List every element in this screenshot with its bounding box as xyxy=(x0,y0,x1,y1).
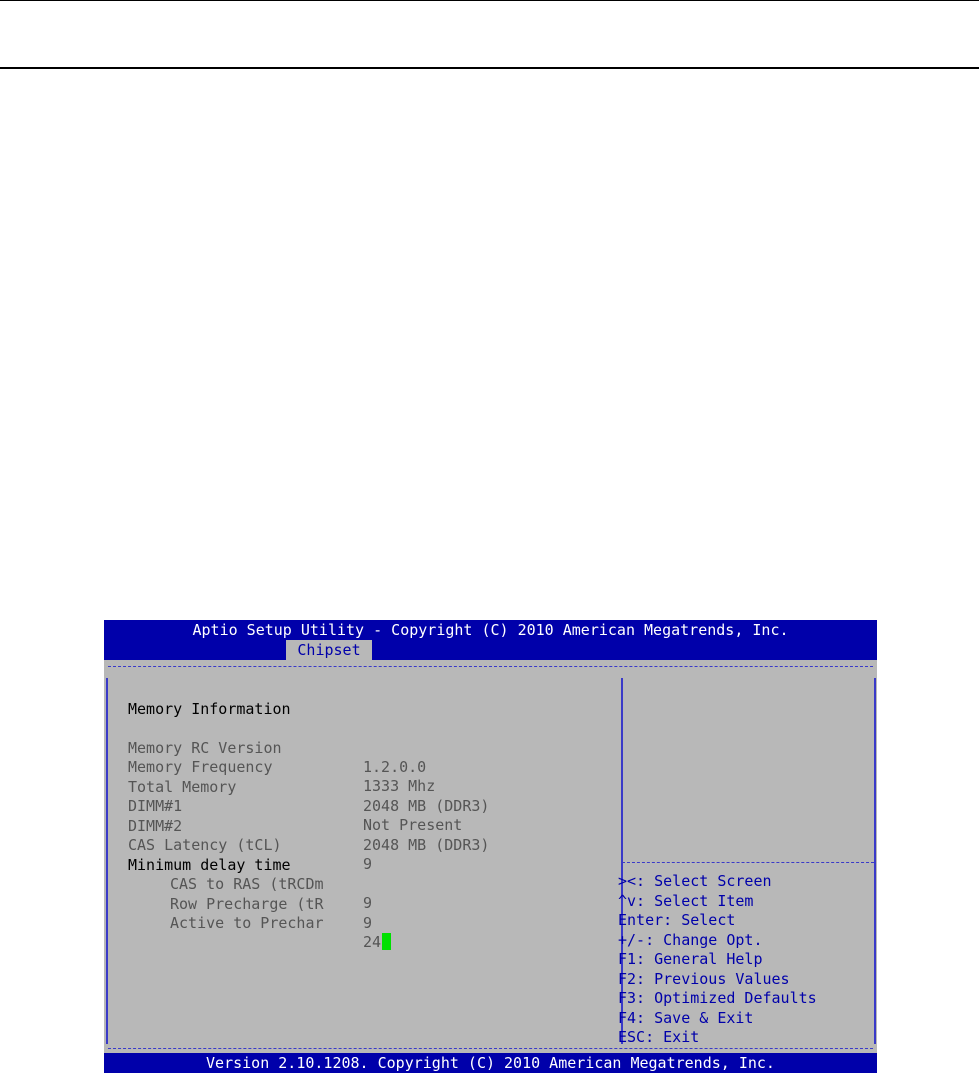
delay-label: Active to Prechar xyxy=(170,913,324,932)
frame-top-border xyxy=(108,666,873,667)
info-row: Memory RC Version 1.2.0.0 xyxy=(128,719,426,777)
info-row: Total Memory 2048 MB (DDR3) xyxy=(128,758,489,816)
tab-chipset[interactable]: Chipset xyxy=(286,640,372,660)
delay-value: 9 xyxy=(363,914,373,932)
info-row: CAS Latency (tCL) 9 xyxy=(128,816,372,874)
delay-row-selected[interactable]: Active to Prechar 24 xyxy=(128,894,392,951)
bios-setup-screen: Aptio Setup Utility - Copyright (C) 2010… xyxy=(104,620,877,1073)
help-key-select-screen: ><: Select Screen xyxy=(618,872,772,890)
info-value: 9 xyxy=(363,855,373,873)
info-value: 1333 Mhz xyxy=(363,777,436,795)
bios-title-bar: Aptio Setup Utility - Copyright (C) 2010… xyxy=(104,620,877,660)
info-value: 2048 MB (DDR3) xyxy=(363,797,490,815)
delay-label: CAS to RAS (tRCDm xyxy=(170,874,324,893)
bios-footer: Version 2.10.1208. Copyright (C) 2010 Am… xyxy=(104,1053,877,1073)
delay-row: CAS to RAS (tRCDm 9 xyxy=(128,855,372,913)
info-value: 2048 MB (DDR3) xyxy=(363,836,490,854)
help-key-change-opt: +/-: Change Opt. xyxy=(618,931,763,949)
help-key-f2: F2: Previous Values xyxy=(618,970,790,988)
help-key-enter: Enter: Select xyxy=(618,911,736,929)
help-key-select-item: ^v: Select Item xyxy=(618,892,754,910)
bios-title: Aptio Setup Utility - Copyright (C) 2010… xyxy=(192,621,789,639)
delay-row: Row Precharge (tR 9 xyxy=(128,875,372,933)
text-cursor xyxy=(382,933,392,950)
section-title: Memory Information xyxy=(128,680,291,718)
help-key-f4: F4: Save & Exit xyxy=(618,1009,754,1027)
delay-value[interactable]: 24 xyxy=(363,933,381,951)
delay-label: Row Precharge (tR xyxy=(170,894,324,913)
frame-left-border xyxy=(106,678,108,1044)
info-row: DIMM#2 2048 MB (DDR3) xyxy=(128,797,489,855)
help-key-f1: F1: General Help xyxy=(618,950,763,968)
info-row: DIMM#1 Not Present xyxy=(128,777,462,835)
frame-right-border xyxy=(874,678,876,1044)
info-value: 1.2.0.0 xyxy=(363,758,427,776)
help-key-f3: F3: Optimized Defaults xyxy=(618,989,817,1007)
section-title-label: Memory Information xyxy=(128,699,291,718)
help-divider xyxy=(622,862,874,863)
page-header-rule xyxy=(0,67,979,69)
delay-value-field[interactable]: 24 xyxy=(363,933,392,953)
subsection-title: Minimum delay time xyxy=(128,836,291,874)
info-value: Not Present xyxy=(363,816,463,834)
info-row: Memory Frequency 1333 Mhz xyxy=(128,738,435,796)
page-top-rule xyxy=(0,0,979,1)
help-key-esc: ESC: Exit xyxy=(618,1028,700,1046)
delay-value: 9 xyxy=(363,894,373,912)
frame-bottom-border xyxy=(108,1048,873,1049)
